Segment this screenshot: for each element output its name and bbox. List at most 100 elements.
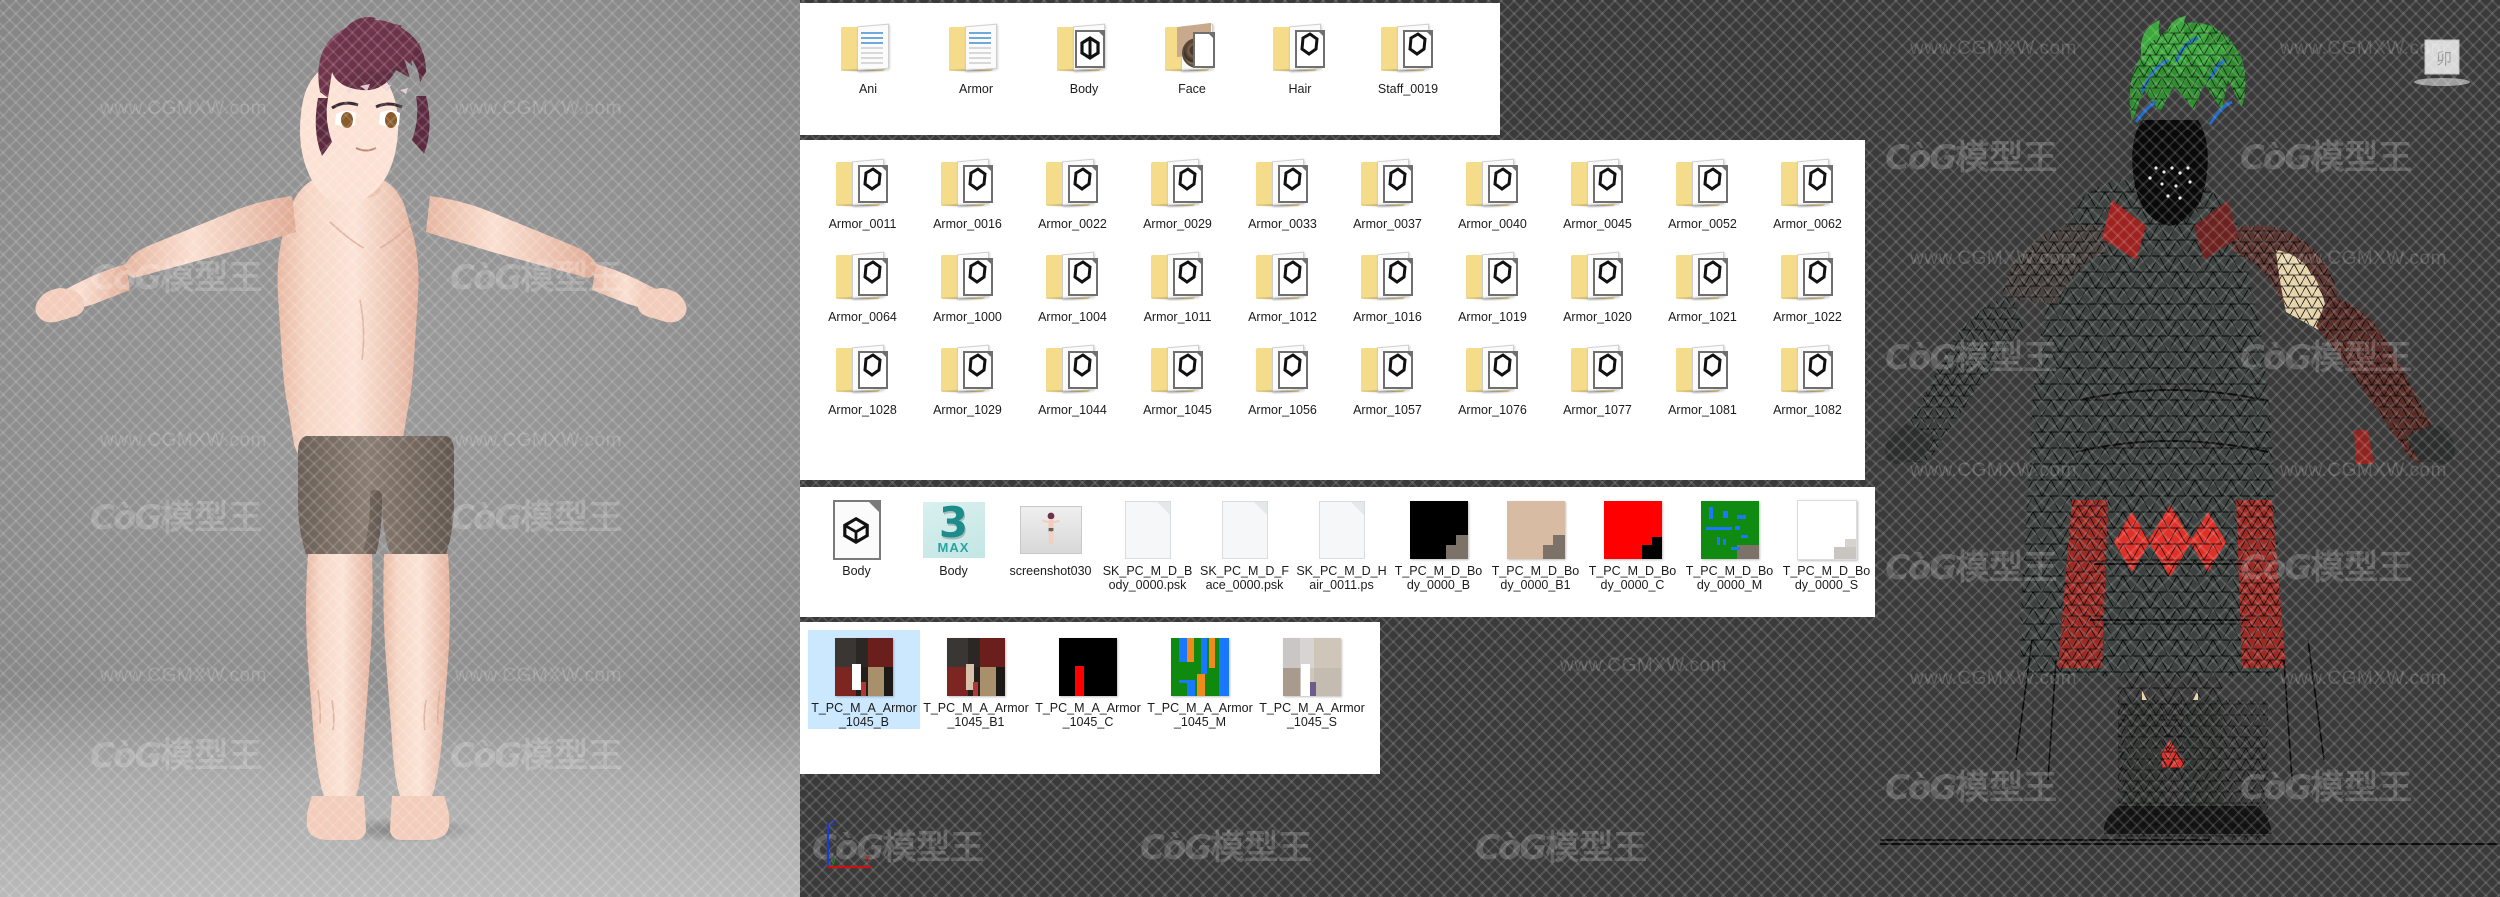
folder-item-armor_1019[interactable]: Armor_1019 [1440, 239, 1545, 324]
folder-item-armor_1022[interactable]: Armor_1022 [1755, 239, 1860, 324]
folder-item-armor_0022[interactable]: Armor_0022 [1020, 146, 1125, 231]
item-label: Armor_0037 [1353, 217, 1422, 231]
file-item-t-pc-m-d-body-0000-b1[interactable]: T_PC_M_D_Body_0000_B1 [1487, 493, 1584, 592]
folder-item-armor_1077[interactable]: Armor_1077 [1545, 332, 1650, 417]
folder-item-armor_1029[interactable]: Armor_1029 [915, 332, 1020, 417]
folder-documents-icon [947, 23, 1005, 73]
texture-item-t-pc-m-a-armor-1045-m[interactable]: T_PC_M_A_Armor_1045_M [1144, 630, 1256, 729]
item-label: screenshot030 [1009, 564, 1092, 578]
image-thumbnail-icon [1019, 506, 1082, 554]
folder-item-armor_0016[interactable]: Armor_0016 [915, 146, 1020, 231]
folder-item-armor_0062[interactable]: Armor_0062 [1755, 146, 1860, 231]
folder-item-armor_1044[interactable]: Armor_1044 [1020, 332, 1125, 417]
item-label: Armor_0011 [828, 217, 897, 231]
item-icon [1214, 499, 1276, 561]
texture-thumbnail-icon [1171, 638, 1229, 696]
texture-item-t-pc-m-a-armor-1045-b[interactable]: T_PC_M_A_Armor_1045_B [808, 630, 920, 729]
shaded-character-viewport[interactable]: www.CGMXW.com www.CGMXW.com CòG模型王 CòG模型… [0, 0, 800, 897]
folder-item-armor_1016[interactable]: Armor_1016 [1335, 239, 1440, 324]
item-icon [826, 499, 888, 561]
item-label: Armor_1081 [1668, 403, 1737, 417]
texture-item-t-pc-m-a-armor-1045-b1[interactable]: T_PC_M_A_Armor_1045_B1 [920, 630, 1032, 729]
file-item-sk-pc-m-d-hair-0011-ps[interactable]: SK_PC_M_D_Hair_0011.ps [1293, 493, 1390, 592]
top-folders-panel[interactable]: Ani Armor Body Face Hair Staff_0019 [800, 3, 1500, 135]
item-icon [1462, 338, 1524, 400]
file-item-t-pc-m-d-body-0000-b[interactable]: T_PC_M_D_Body_0000_B [1390, 493, 1487, 592]
svg-text:卯: 卯 [2436, 50, 2452, 68]
folder-item-armor_1000[interactable]: Armor_1000 [915, 239, 1020, 324]
folder-item-hair[interactable]: Hair [1246, 11, 1354, 96]
folder-item-armor_1020[interactable]: Armor_1020 [1545, 239, 1650, 324]
folder-item-armor_0045[interactable]: Armor_0045 [1545, 146, 1650, 231]
item-icon [1777, 338, 1839, 400]
folder-model-icon [1055, 23, 1113, 73]
folder-item-armor_1004[interactable]: Armor_1004 [1020, 239, 1125, 324]
armor-textures-panel[interactable]: T_PC_M_A_Armor_1045_B T_PC_M_A_Armor_1045… [800, 622, 1380, 774]
folder-item-armor[interactable]: Armor [922, 11, 1030, 96]
folder-item-armor_0052[interactable]: Armor_0052 [1650, 146, 1755, 231]
item-label: T_PC_M_D_Body_0000_B1 [1491, 564, 1580, 592]
item-label: Armor_1020 [1563, 310, 1632, 324]
file-item-t-pc-m-d-body-0000-m[interactable]: T_PC_M_D_Body_0000_M [1681, 493, 1778, 592]
item-label: Armor_0062 [1773, 217, 1842, 231]
folder-item-armor_1021[interactable]: Armor_1021 [1650, 239, 1755, 324]
file-item-body[interactable]: 3 MAX Body [905, 493, 1002, 592]
folder-item-ani[interactable]: Ani [814, 11, 922, 96]
item-label: Armor_0052 [1668, 217, 1737, 231]
texture-thumbnail-icon [1603, 501, 1662, 559]
folder-item-armor_1056[interactable]: Armor_1056 [1230, 332, 1335, 417]
folder-item-body[interactable]: Body [1030, 11, 1138, 96]
item-icon [1281, 636, 1343, 698]
item-icon [937, 152, 999, 214]
folder-item-face[interactable]: Face [1138, 11, 1246, 96]
file-item-t-pc-m-d-body-0000-c[interactable]: T_PC_M_D_Body_0000_C [1584, 493, 1681, 592]
psk-file-icon [1221, 501, 1268, 559]
armor-folders-panel[interactable]: Armor_0011 Armor_0016 Armor_0022 Armor_0029… [800, 140, 1865, 480]
item-icon [945, 636, 1007, 698]
item-icon [1117, 499, 1179, 561]
item-icon [1672, 245, 1734, 307]
folder-plain-icon [1464, 344, 1522, 394]
item-label: T_PC_M_A_Armor_1045_B1 [923, 701, 1029, 729]
folder-item-armor_1028[interactable]: Armor_1028 [810, 332, 915, 417]
psk-file-icon [1124, 501, 1171, 559]
folder-item-armor_0029[interactable]: Armor_0029 [1125, 146, 1230, 231]
folder-item-staff_0019[interactable]: Staff_0019 [1354, 11, 1462, 96]
file-item-sk-pc-m-d-face-0000-psk[interactable]: SK_PC_M_D_Face_0000.psk [1196, 493, 1293, 592]
item-icon [833, 636, 895, 698]
item-icon [1042, 152, 1104, 214]
folder-item-armor_0037[interactable]: Armor_0037 [1335, 146, 1440, 231]
file-item-sk-pc-m-d-body-0000-psk[interactable]: SK_PC_M_D_Body_0000.psk [1099, 493, 1196, 592]
folder-item-armor_1011[interactable]: Armor_1011 [1125, 239, 1230, 324]
item-icon [1252, 152, 1314, 214]
item-icon [1505, 499, 1567, 561]
folder-item-armor_1045[interactable]: Armor_1045 [1125, 332, 1230, 417]
folder-item-armor_0064[interactable]: Armor_0064 [810, 239, 915, 324]
item-icon [1147, 245, 1209, 307]
item-icon [1019, 499, 1082, 561]
folder-item-armor_1082[interactable]: Armor_1082 [1755, 332, 1860, 417]
file-item-body[interactable]: Body [808, 493, 905, 592]
texture-item-t-pc-m-a-armor-1045-c[interactable]: T_PC_M_A_Armor_1045_C [1032, 630, 1144, 729]
item-label: Armor_1076 [1458, 403, 1527, 417]
folder-item-armor_1012[interactable]: Armor_1012 [1230, 239, 1335, 324]
folder-item-armor_0040[interactable]: Armor_0040 [1440, 146, 1545, 231]
item-label: Armor_1057 [1353, 403, 1422, 417]
wireframe-character-viewport[interactable]: 卯 www.CGMXW.com www.CGMXW.com CòG模型王 CòG… [1880, 0, 2500, 897]
folder-item-armor_1076[interactable]: Armor_1076 [1440, 332, 1545, 417]
item-icon [1462, 152, 1524, 214]
folder-item-armor_0033[interactable]: Armor_0033 [1230, 146, 1335, 231]
file-item-screenshot030[interactable]: screenshot030 [1002, 493, 1099, 592]
folder-plain-icon [1359, 158, 1417, 208]
folder-item-armor_0011[interactable]: Armor_0011 [810, 146, 915, 231]
file-item-t-pc-m-d-body-0000-s[interactable]: T_PC_M_D_Body_0000_S [1778, 493, 1875, 592]
folder-plain-icon [1271, 23, 1329, 73]
folder-plain-icon [834, 344, 892, 394]
texture-item-t-pc-m-a-armor-1045-s[interactable]: T_PC_M_A_Armor_1045_S [1256, 630, 1368, 729]
folder-plain-icon [1254, 158, 1312, 208]
folder-item-armor_1081[interactable]: Armor_1081 [1650, 332, 1755, 417]
folder-item-armor_1057[interactable]: Armor_1057 [1335, 332, 1440, 417]
body-assets-panel[interactable]: Body 3 MAX Body screenshot030 SK_PC_M_D_Body_… [800, 487, 1875, 617]
item-label: Staff_0019 [1377, 82, 1439, 96]
item-label: T_PC_M_D_Body_0000_C [1588, 564, 1677, 592]
